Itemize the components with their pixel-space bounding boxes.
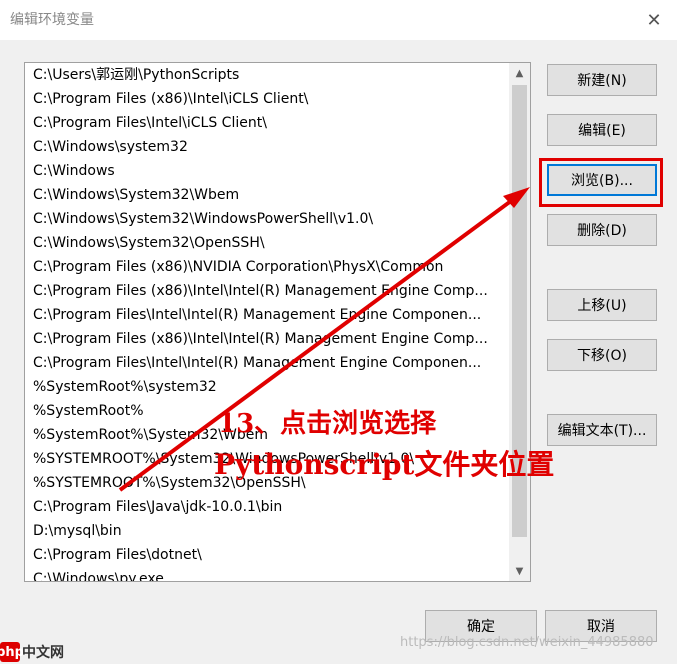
path-list-item[interactable]: C:\Program Files\Intel\Intel(R) Manageme… [25, 303, 505, 327]
path-list-item[interactable]: C:\Program Files\Intel\Intel(R) Manageme… [25, 351, 505, 375]
site-logo: php 中文网 [0, 640, 64, 664]
annotation-step-text: 13、点击浏览选择 [218, 409, 437, 439]
path-list-item[interactable]: D:\mysql\bin [25, 519, 505, 543]
edit-text-button[interactable]: 编辑文本(T)... [547, 414, 657, 446]
edit-button[interactable]: 编辑(E) [547, 114, 657, 146]
path-list-item[interactable]: C:\Program Files\dotnet\ [25, 543, 505, 567]
path-list-item[interactable]: C:\Program Files (x86)\Intel\Intel(R) Ma… [25, 279, 505, 303]
path-list-item[interactable]: C:\Program Files\Java\jdk-10.0.1\bin [25, 495, 505, 519]
delete-button[interactable]: 删除(D) [547, 214, 657, 246]
title-bar: 编辑环境变量 ✕ [0, 0, 677, 40]
scroll-down-icon[interactable]: ▼ [509, 561, 530, 581]
path-list[interactable]: C:\Users\郭运刚\PythonScripts C:\Program Fil… [24, 62, 531, 582]
scroll-up-icon[interactable]: ▲ [509, 63, 530, 83]
move-down-button[interactable]: 下移(O) [547, 339, 657, 371]
close-icon[interactable]: ✕ [631, 0, 677, 40]
logo-mark: php [0, 642, 24, 662]
path-list-item[interactable]: C:\Windows\System32\Wbem [25, 183, 505, 207]
path-list-item[interactable]: C:\Program Files (x86)\Intel\iCLS Client… [25, 87, 505, 111]
path-list-item[interactable]: %SystemRoot%\system32 [25, 375, 505, 399]
vertical-scrollbar[interactable]: ▲ ▼ [509, 63, 530, 581]
logo-text: 中文网 [22, 645, 64, 661]
path-list-item[interactable]: C:\Windows\System32\WindowsPowerShell\v1… [25, 207, 505, 231]
move-up-button[interactable]: 上移(U) [547, 289, 657, 321]
path-list-item[interactable]: C:\Program Files (x86)\Intel\Intel(R) Ma… [25, 327, 505, 351]
path-list-item[interactable]: C:\Program Files\Intel\iCLS Client\ [25, 111, 505, 135]
path-list-item[interactable]: C:\Windows\System32\OpenSSH\ [25, 231, 505, 255]
path-list-items: C:\Users\郭运刚\PythonScripts C:\Program Fil… [25, 63, 530, 581]
path-list-item[interactable]: C:\Windows\py.exe [25, 567, 505, 581]
watermark: https://blog.csdn.net/weixin_44985880 [400, 635, 654, 650]
new-button[interactable]: 新建(N) [547, 64, 657, 96]
path-list-item[interactable]: C:\Windows [25, 159, 505, 183]
browse-button[interactable]: 浏览(B)... [547, 164, 657, 196]
path-list-item[interactable]: C:\Program Files (x86)\NVIDIA Corporatio… [25, 255, 505, 279]
path-list-item[interactable]: C:\Users\郭运刚\PythonScripts [25, 63, 505, 87]
annotation-folder-text: Pythonscript文件夹位置 [214, 448, 555, 481]
path-list-item[interactable]: C:\Windows\system32 [25, 135, 505, 159]
window-title: 编辑环境变量 [10, 12, 94, 28]
